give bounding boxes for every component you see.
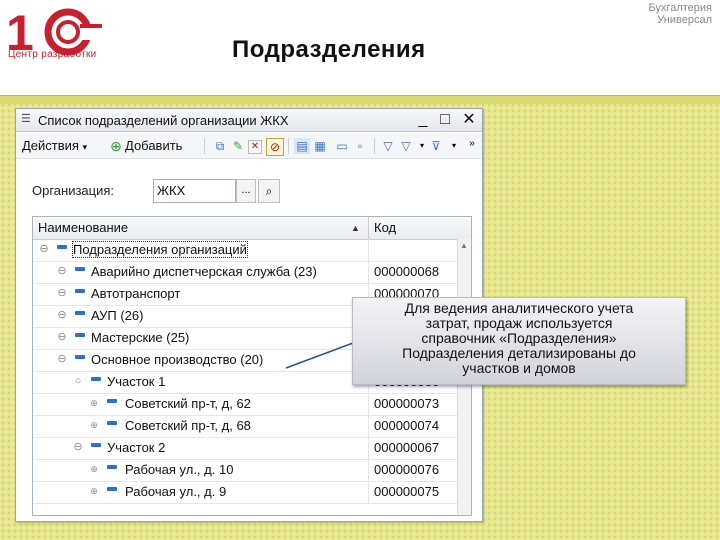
info-callout: Для ведения аналитического учета затрат,… [352, 297, 686, 385]
callout-line-5: участков и домов [462, 360, 576, 376]
callout-line-1: Для ведения аналитического учета [404, 300, 634, 316]
callout-pointer [285, 342, 354, 369]
callout-line-3: справочник «Подразделения» [421, 330, 617, 346]
callout-line-2: затрат, продаж используется [425, 315, 613, 331]
callout-line-4: Подразделения детализированы до [402, 345, 636, 361]
